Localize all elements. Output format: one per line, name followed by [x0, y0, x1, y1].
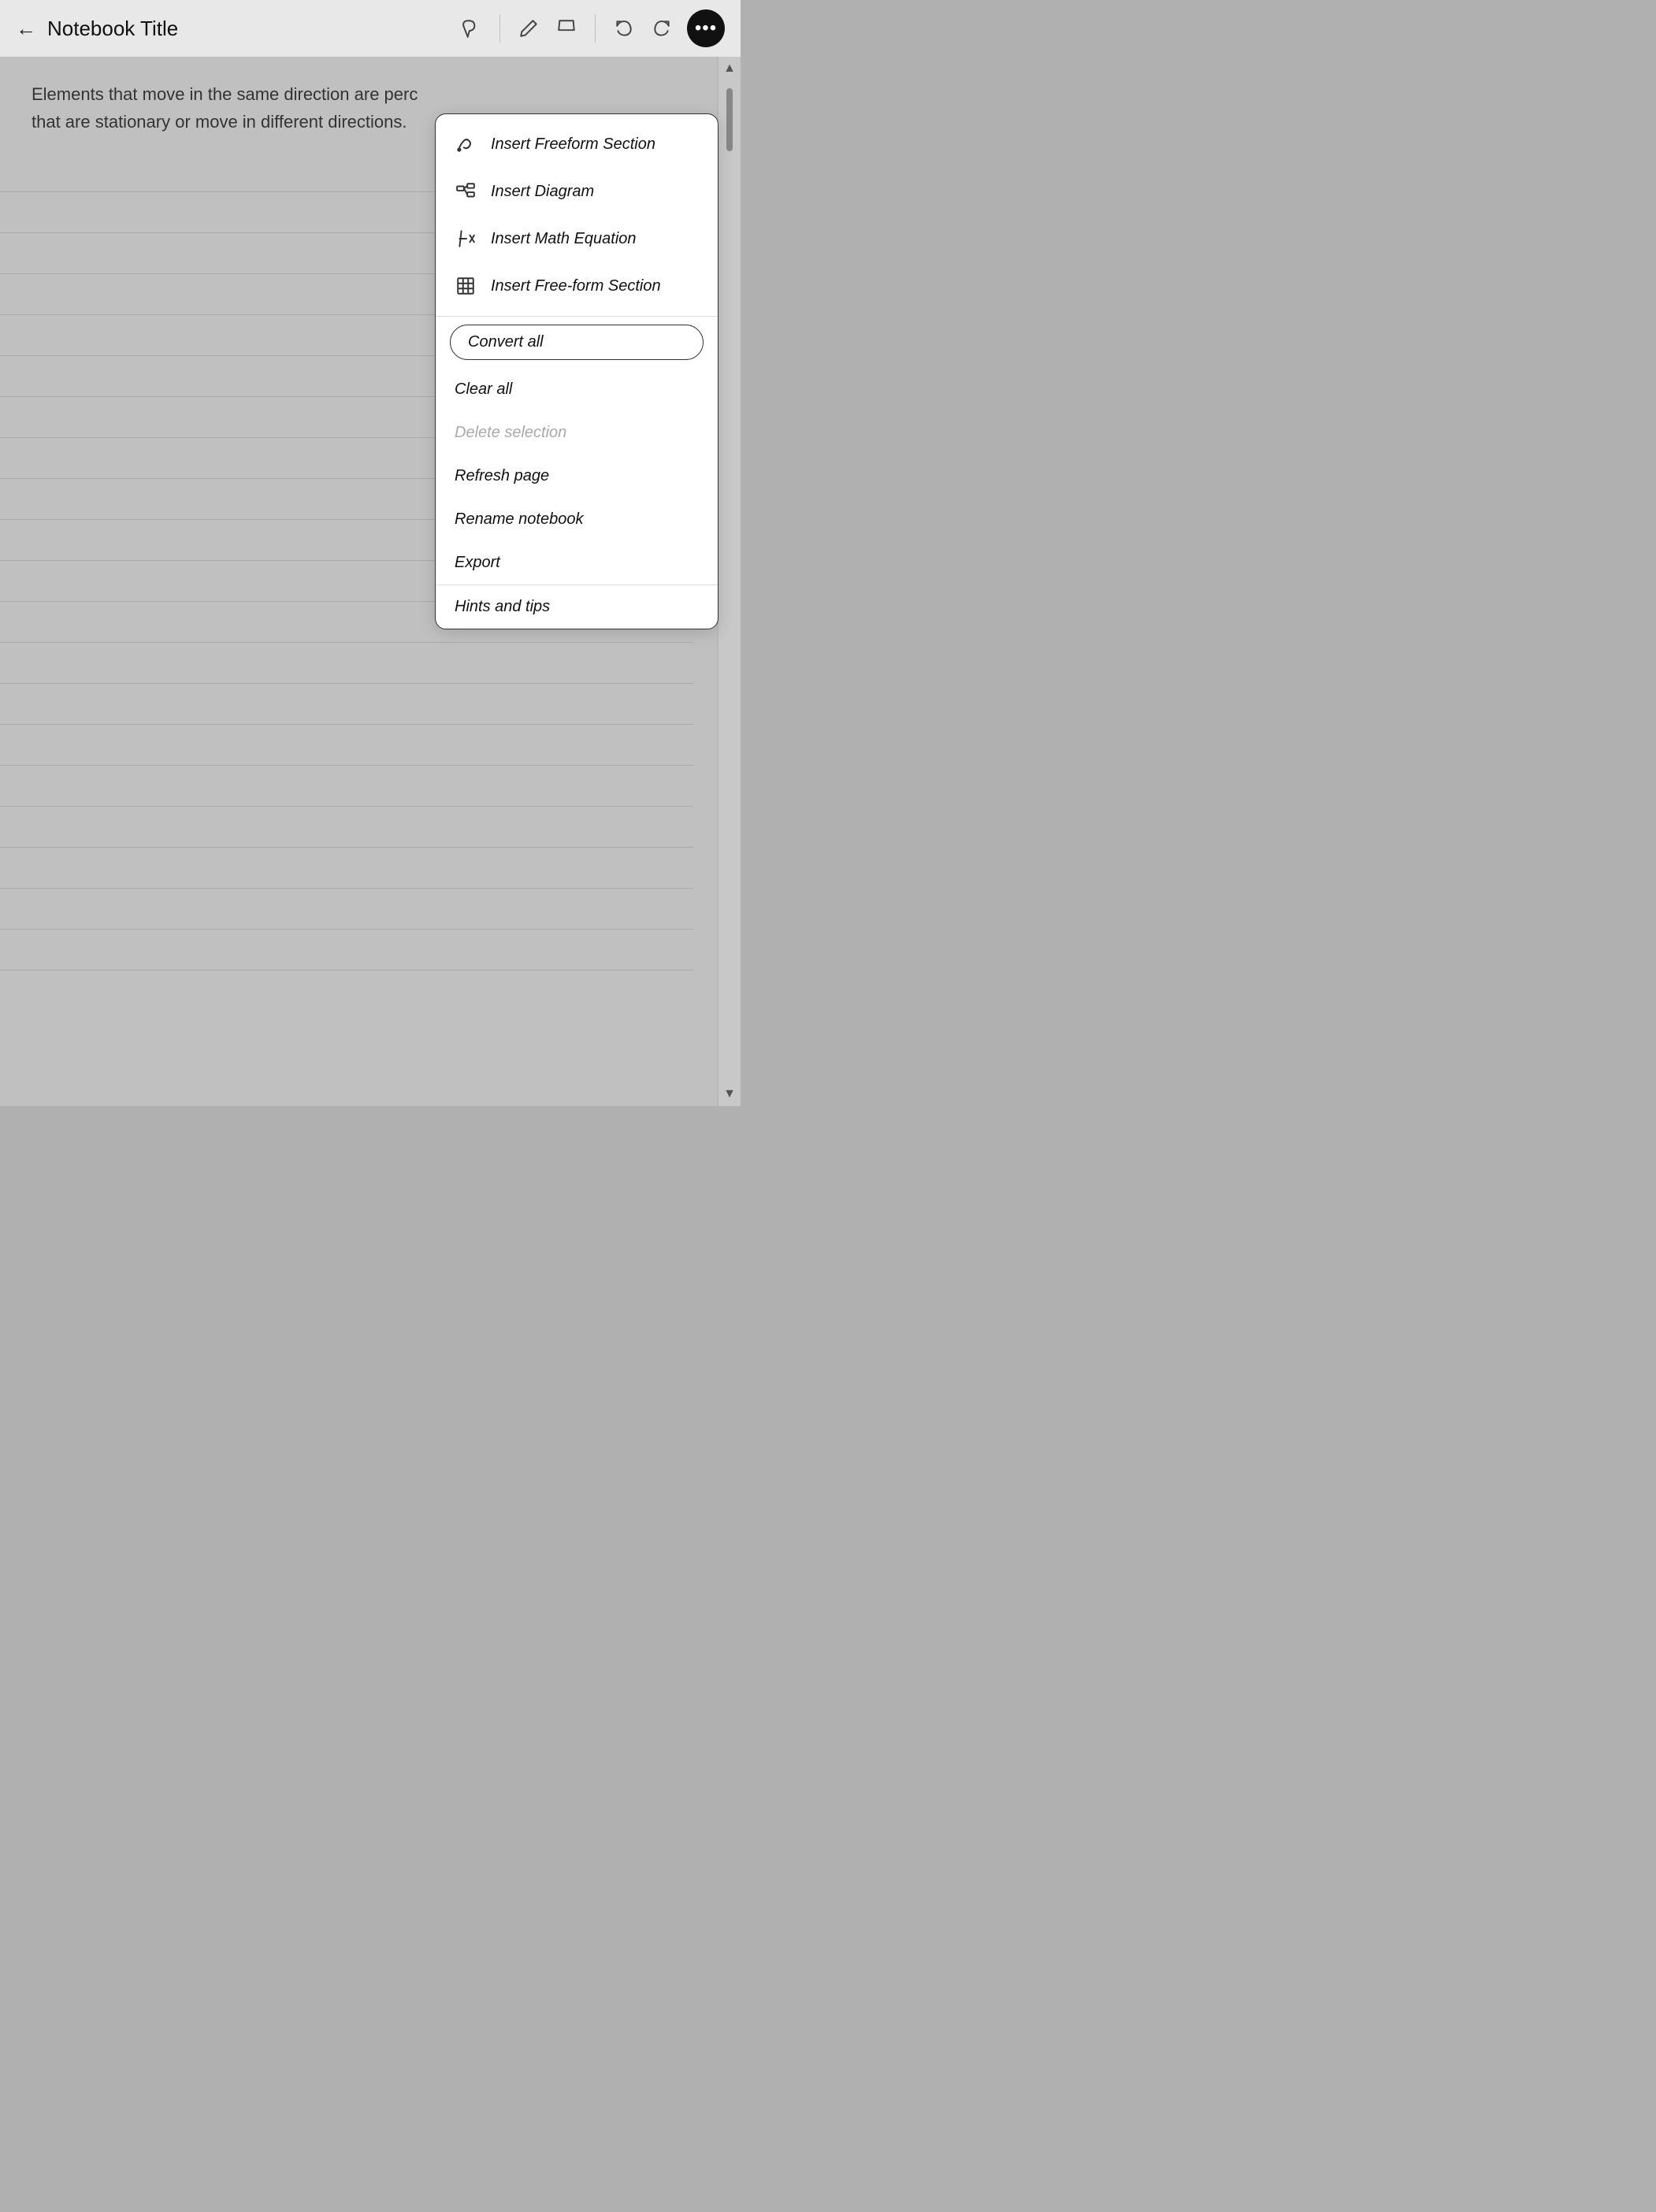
lasso-icon[interactable]: [454, 11, 488, 46]
menu-item-refresh-page-label: Refresh page: [455, 467, 549, 485]
toolbar-center: •••: [454, 9, 725, 47]
menu-item-refresh-page[interactable]: Refresh page: [436, 455, 718, 498]
rule-line: [0, 766, 693, 807]
menu-item-export-label: Export: [455, 554, 500, 572]
redo-icon[interactable]: [644, 11, 679, 46]
menu-section-convert: Convert all: [436, 317, 718, 368]
menu-item-export[interactable]: Export: [436, 541, 718, 585]
divider-2: [595, 14, 596, 43]
menu-item-insert-freeform-label: Insert Freeform Section: [491, 135, 655, 154]
menu-item-hints-and-tips-label: Hints and tips: [455, 598, 550, 616]
rule-line: [0, 643, 693, 684]
rule-line: [0, 684, 693, 725]
menu-item-insert-freeform[interactable]: Insert Freeform Section: [436, 121, 718, 168]
rule-line: [0, 848, 693, 889]
menu-item-clear-all[interactable]: Clear all: [436, 368, 718, 411]
more-button[interactable]: •••: [687, 9, 725, 47]
text-line-1: Elements that move in the same direction…: [32, 80, 685, 108]
menu-section-insert: Insert Freeform Section Insert Diagram: [436, 114, 718, 316]
scroll-down-arrow[interactable]: ▼: [723, 1082, 736, 1106]
more-button-label: •••: [695, 19, 717, 38]
rule-line: [0, 889, 693, 930]
menu-item-delete-selection-label: Delete selection: [455, 424, 566, 442]
diagram-icon: [455, 180, 477, 202]
menu-item-rename-notebook[interactable]: Rename notebook: [436, 498, 718, 541]
menu-item-insert-freeform-section-label: Insert Free-form Section: [491, 277, 661, 295]
notebook-title: Notebook Title: [47, 17, 178, 41]
menu-item-hints-and-tips[interactable]: Hints and tips: [436, 585, 718, 629]
convert-all-button[interactable]: Convert all: [450, 325, 704, 360]
scroll-up-arrow[interactable]: ▲: [723, 57, 736, 80]
freeform-icon: [455, 133, 477, 155]
menu-item-insert-math[interactable]: Insert Math Equation: [436, 215, 718, 262]
menu-item-insert-math-label: Insert Math Equation: [491, 230, 637, 248]
page-area: Elements that move in the same direction…: [0, 57, 741, 1106]
eraser-icon[interactable]: [549, 11, 584, 46]
undo-icon[interactable]: [607, 11, 641, 46]
menu-item-insert-freeform-section[interactable]: Insert Free-form Section: [436, 262, 718, 310]
dropdown-menu: Insert Freeform Section Insert Diagram: [435, 113, 718, 629]
rule-line: [0, 725, 693, 766]
back-button[interactable]: ←: [16, 17, 36, 41]
menu-item-delete-selection[interactable]: Delete selection: [436, 411, 718, 455]
math-icon: [455, 228, 477, 250]
grid-icon: [455, 275, 477, 297]
menu-item-insert-diagram[interactable]: Insert Diagram: [436, 168, 718, 215]
menu-item-insert-diagram-label: Insert Diagram: [491, 183, 594, 201]
divider-1: [499, 14, 500, 43]
scroll-thumb[interactable]: [726, 88, 733, 151]
toolbar-left: ← Notebook Title: [16, 17, 454, 41]
scrollbar[interactable]: ▲ ▼: [718, 57, 741, 1106]
menu-item-clear-all-label: Clear all: [455, 380, 512, 399]
menu-item-rename-notebook-label: Rename notebook: [455, 510, 583, 529]
rule-line: [0, 930, 693, 971]
pen-icon[interactable]: [511, 11, 546, 46]
rule-line: [0, 807, 693, 848]
toolbar: ← Notebook Title: [0, 0, 741, 57]
